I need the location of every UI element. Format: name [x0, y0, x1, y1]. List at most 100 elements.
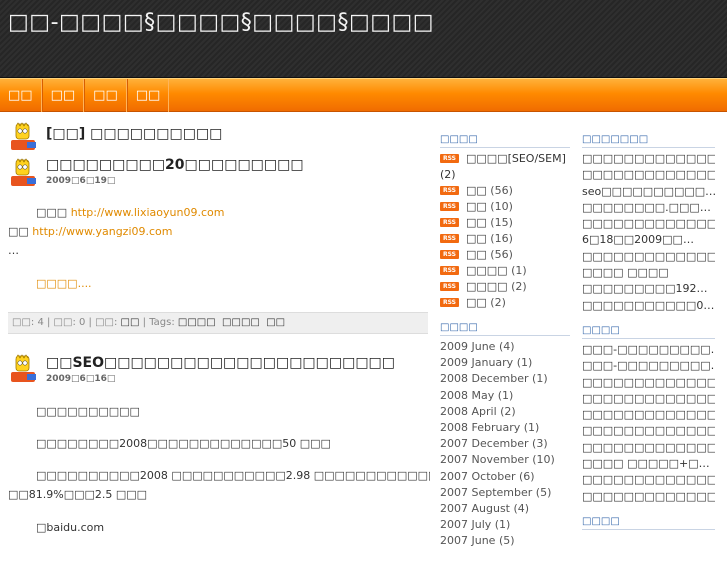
post-meta-bar: □□: 4 | □□: 0 | □□: □□ | Tags: □□□□ □□□□… — [8, 312, 428, 334]
category-item[interactable]: RSS □□ (56) — [440, 248, 570, 264]
link-item[interactable]: □□□□ □□□□□+□… — [582, 457, 715, 473]
sidebar-left: □□□□ RSS □□□□[SEO/SEM] (2) RSS □□ (56) RSS… — [440, 134, 570, 561]
post-link[interactable]: http://www.lixiaoyun09.com — [71, 206, 225, 219]
post-title[interactable]: □□□□□□□□□20□□□□□□□□□ — [46, 157, 304, 173]
archive-item[interactable]: 2008 December (1) — [440, 372, 570, 388]
post-ellipsis: … — [8, 244, 19, 257]
category-item[interactable]: RSS □□ (16) — [440, 232, 570, 248]
rss-icon[interactable]: RSS — [440, 298, 459, 307]
recent-post-item[interactable]: □□□□ □□□□ — [582, 266, 715, 282]
category-count: (56) — [490, 248, 513, 261]
category-name[interactable]: □□ — [466, 296, 487, 309]
archive-item[interactable]: 2007 July (1) — [440, 518, 570, 534]
read-more-link[interactable]: □□□□.... — [36, 277, 92, 290]
tag-link[interactable]: □□□□ — [178, 317, 216, 328]
rss-icon[interactable]: RSS — [440, 218, 459, 227]
category-name[interactable]: □□ — [466, 184, 487, 197]
category-count: (15) — [490, 216, 513, 229]
link-item[interactable]: □□□□□□□□□□□□□□… — [582, 424, 715, 440]
nav-item-4[interactable]: □□ — [126, 79, 170, 112]
nav-item-1[interactable]: □□ — [0, 79, 42, 112]
recent-post-item[interactable]: □□□□□□□□□□□□□□… — [582, 217, 715, 233]
post-paragraph: □□□□□□□□2008□□□□□□□□□□□□□50 □□□ — [36, 437, 331, 450]
archive-item[interactable]: 2008 February (1) — [440, 421, 570, 437]
line-label: □□ — [8, 225, 29, 238]
category-name[interactable]: □□□□[SEO/SEM] — [466, 152, 566, 165]
post-line: □□ http://www.yangzi09.com — [8, 225, 173, 238]
rss-icon[interactable]: RSS — [440, 282, 459, 291]
rss-icon[interactable]: RSS — [440, 202, 459, 211]
archive-item[interactable]: 2007 June (5) — [440, 534, 570, 550]
rss-icon[interactable]: RSS — [440, 234, 459, 243]
nav-item-2[interactable]: □□ — [41, 79, 85, 112]
archive-item[interactable]: 2007 November (10) — [440, 453, 570, 469]
archive-item[interactable]: 2009 January (1) — [440, 356, 570, 372]
category-item: (2) — [440, 168, 570, 184]
category-item[interactable]: RSS □□ (15) — [440, 216, 570, 232]
line-label: □□□ — [36, 206, 68, 219]
category-count: (2) — [440, 168, 456, 181]
post-link[interactable]: http://www.yangzi09.com — [32, 225, 172, 238]
archive-item[interactable]: 2007 December (3) — [440, 437, 570, 453]
rss-icon[interactable]: RSS — [440, 250, 459, 259]
tag-link[interactable]: □□□□ — [222, 317, 260, 328]
rss-icon[interactable]: RSS — [440, 154, 459, 163]
recent-post-item[interactable]: □□□□□□□□□□□□□□… — [582, 168, 715, 184]
post-paragraph: □□□□□□□□□□ — [36, 405, 140, 418]
link-item[interactable]: □□□-□□□□□□□□□… — [582, 343, 715, 359]
link-item[interactable]: □□□□□□□□□□□□□□… — [582, 490, 715, 506]
cartoon-avatar-icon — [11, 158, 36, 186]
category-link[interactable]: □□ — [121, 317, 140, 328]
link-item[interactable]: □□□□□□□□□□□□□□… — [582, 473, 715, 489]
archive-item[interactable]: 2007 September (5) — [440, 486, 570, 502]
tag-link[interactable]: □□ — [266, 317, 285, 328]
category-item[interactable]: RSS □□□□ (2) — [440, 280, 570, 296]
links-heading: □□□□ — [582, 325, 715, 339]
category-name[interactable]: □□ — [466, 248, 487, 261]
sidebar-right: □□□□□□□ □□□□□□□□□□□□□□… □□□□□□□□□□□□□□… … — [582, 134, 715, 561]
recent-post-item[interactable]: □□□□□□□□.□□□… — [582, 201, 715, 217]
comments-count[interactable]: □□: 4 — [12, 317, 44, 328]
archive-item[interactable]: 2007 August (4) — [440, 502, 570, 518]
archive-item[interactable]: 2009 June (4) — [440, 340, 570, 356]
recent-post-item[interactable]: □□□□□□□□□□□□□□… — [582, 152, 715, 168]
category-name[interactable]: □□□□ — [466, 280, 508, 293]
rss-icon[interactable]: RSS — [440, 266, 459, 275]
category-count: (10) — [490, 200, 513, 213]
category-name[interactable]: □□□□ — [466, 264, 508, 277]
category-name[interactable]: □□ — [466, 200, 487, 213]
category-name[interactable]: □□ — [466, 216, 487, 229]
recent-post-item[interactable]: □□□□□□□□□□□□□□… — [582, 250, 715, 266]
category-count: (2) — [511, 280, 527, 293]
category-item[interactable]: RSS □□ (56) — [440, 184, 570, 200]
category-item[interactable]: RSS □□ (2) — [440, 296, 570, 312]
category-item[interactable]: RSS □□ (10) — [440, 200, 570, 216]
category-item[interactable]: RSS □□□□[SEO/SEM] — [440, 152, 570, 168]
site-header: □□-□□□□§□□□□§□□□□§□□□□ — [0, 0, 727, 78]
recent-posts-heading: □□□□□□□ — [582, 134, 715, 148]
recent-post-item[interactable]: 6□18□□2009□□… — [582, 233, 715, 249]
archive-item[interactable]: 2008 April (2) — [440, 405, 570, 421]
recent-post-item[interactable]: □□□□□□□□□192… — [582, 282, 715, 298]
rss-icon[interactable]: RSS — [440, 186, 459, 195]
post-title[interactable]: □□SEO□□□□□□□□□□□□□□□□□□□□□□ — [46, 355, 395, 371]
recent-post-item[interactable]: seo□□□□□□□□□□… — [582, 185, 715, 201]
post-title[interactable]: [□□] □□□□□□□□□□ — [46, 126, 222, 142]
tags-label: Tags: — [149, 317, 175, 328]
archive-item[interactable]: 2008 May (1) — [440, 389, 570, 405]
link-item[interactable]: □□□□□□□□□□□□□□… — [582, 376, 715, 392]
post-date: 2009□6□19□ — [46, 176, 116, 186]
category-item[interactable]: RSS □□□□ (1) — [440, 264, 570, 280]
cartoon-avatar-icon — [11, 122, 36, 150]
link-item[interactable]: □□□□□□□□□□□□□□… — [582, 392, 715, 408]
archives-heading: □□□□ — [440, 322, 570, 336]
link-item[interactable]: □□□□□□□□□□□□□□… — [582, 408, 715, 424]
nav-item-3[interactable]: □□ — [84, 79, 127, 112]
site-title[interactable]: □□-□□□□§□□□□§□□□□§□□□□ — [8, 10, 434, 35]
recent-post-item[interactable]: □□□□□□□□□□□0… — [582, 299, 715, 315]
archive-item[interactable]: 2007 October (6) — [440, 470, 570, 486]
trackbacks-count: □□: 0 — [53, 317, 86, 328]
category-name[interactable]: □□ — [466, 232, 487, 245]
link-item[interactable]: □□□-□□□□□□□□□… — [582, 359, 715, 375]
link-item[interactable]: □□□□□□□□□□□□□□… — [582, 441, 715, 457]
